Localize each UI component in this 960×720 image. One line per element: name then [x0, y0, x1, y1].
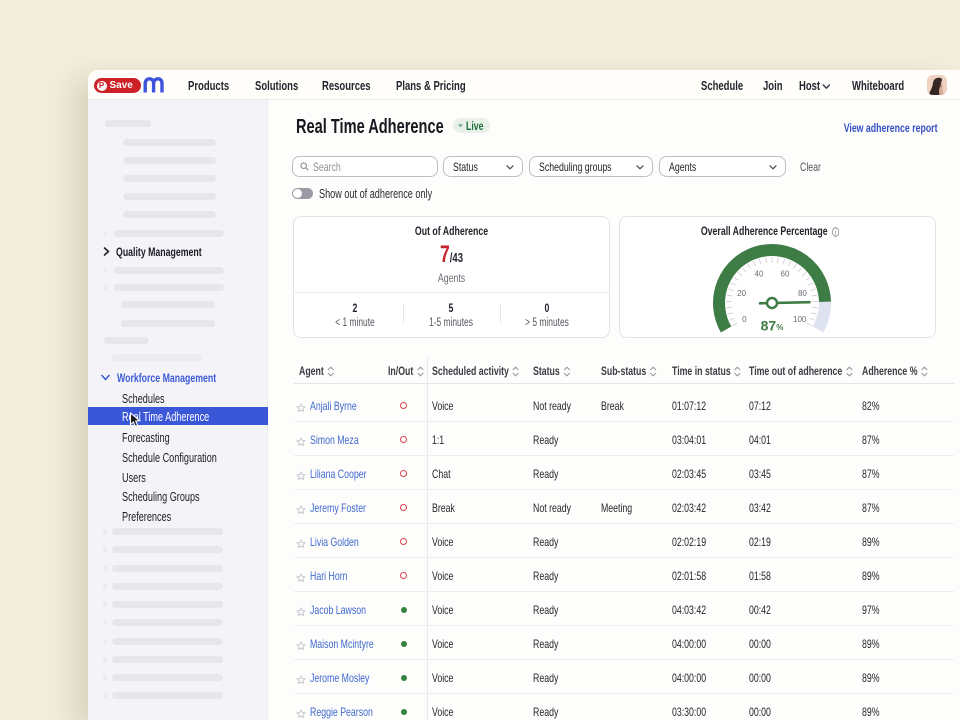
svg-text:40: 40	[755, 270, 764, 279]
svg-text:0: 0	[742, 315, 747, 324]
svg-text:87%: 87%	[761, 318, 784, 334]
svg-text:80: 80	[798, 289, 807, 298]
svg-text:20: 20	[737, 289, 746, 298]
svg-text:100: 100	[793, 315, 807, 324]
svg-text:60: 60	[781, 270, 790, 279]
